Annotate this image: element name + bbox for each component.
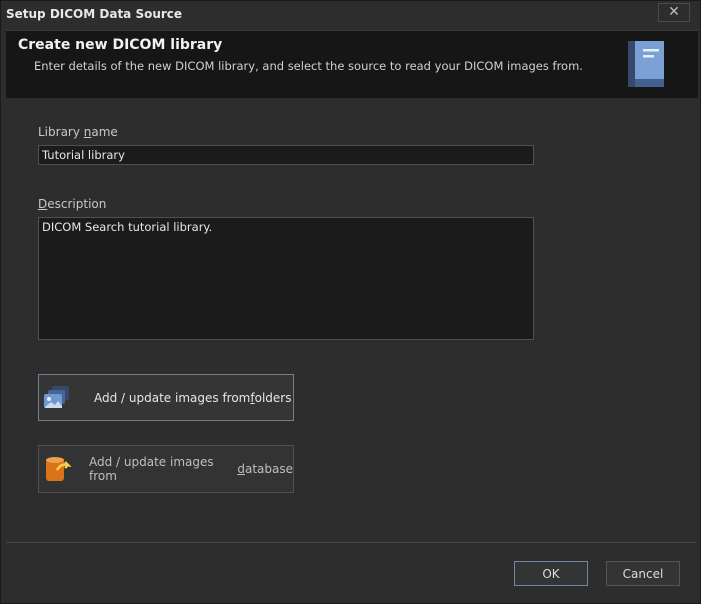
dialog-window: Setup DICOM Data Source ✕ Create new DIC… — [0, 0, 701, 604]
folders-button-label: Add / update images from f olders — [94, 375, 291, 420]
header-subtitle: Enter details of the new DICOM library, … — [34, 59, 583, 73]
label-mnemonic: D — [38, 197, 48, 211]
label-text-part: olders — [254, 390, 292, 405]
label-text-part: Add / update images from — [94, 390, 251, 405]
add-images-from-database-button[interactable]: Add / update images from d atabase — [38, 445, 294, 493]
database-icon — [46, 457, 71, 481]
book-icon — [628, 41, 664, 87]
images-folder-icon — [44, 386, 69, 408]
add-images-from-folders-button[interactable]: Add / update images from f olders — [38, 374, 294, 421]
database-button-label: Add / update images from d atabase — [89, 446, 293, 492]
close-button[interactable]: ✕ — [658, 3, 690, 22]
footer-divider — [6, 542, 696, 543]
close-icon: ✕ — [668, 4, 680, 20]
description-label: Description — [38, 197, 106, 211]
window-title: Setup DICOM Data Source — [6, 7, 183, 21]
label-mnemonic: d — [237, 462, 245, 476]
cancel-button[interactable]: Cancel — [606, 561, 680, 586]
description-textarea[interactable]: DICOM Search tutorial library. — [38, 217, 534, 340]
label-text-part: atabase — [244, 462, 293, 476]
library-name-label: Library name — [38, 125, 118, 139]
title-bar: Setup DICOM Data Source ✕ — [1, 1, 700, 28]
dialog-header: Create new DICOM library Enter details o… — [6, 30, 698, 98]
ok-button[interactable]: OK — [514, 561, 588, 586]
label-text-part: Library — [38, 125, 84, 139]
library-name-input[interactable] — [38, 145, 534, 165]
label-text-part: ame — [91, 125, 118, 139]
label-text-part: Add / update images from — [89, 455, 214, 483]
header-title: Create new DICOM library — [18, 37, 223, 53]
label-text-part: escription — [47, 197, 107, 211]
